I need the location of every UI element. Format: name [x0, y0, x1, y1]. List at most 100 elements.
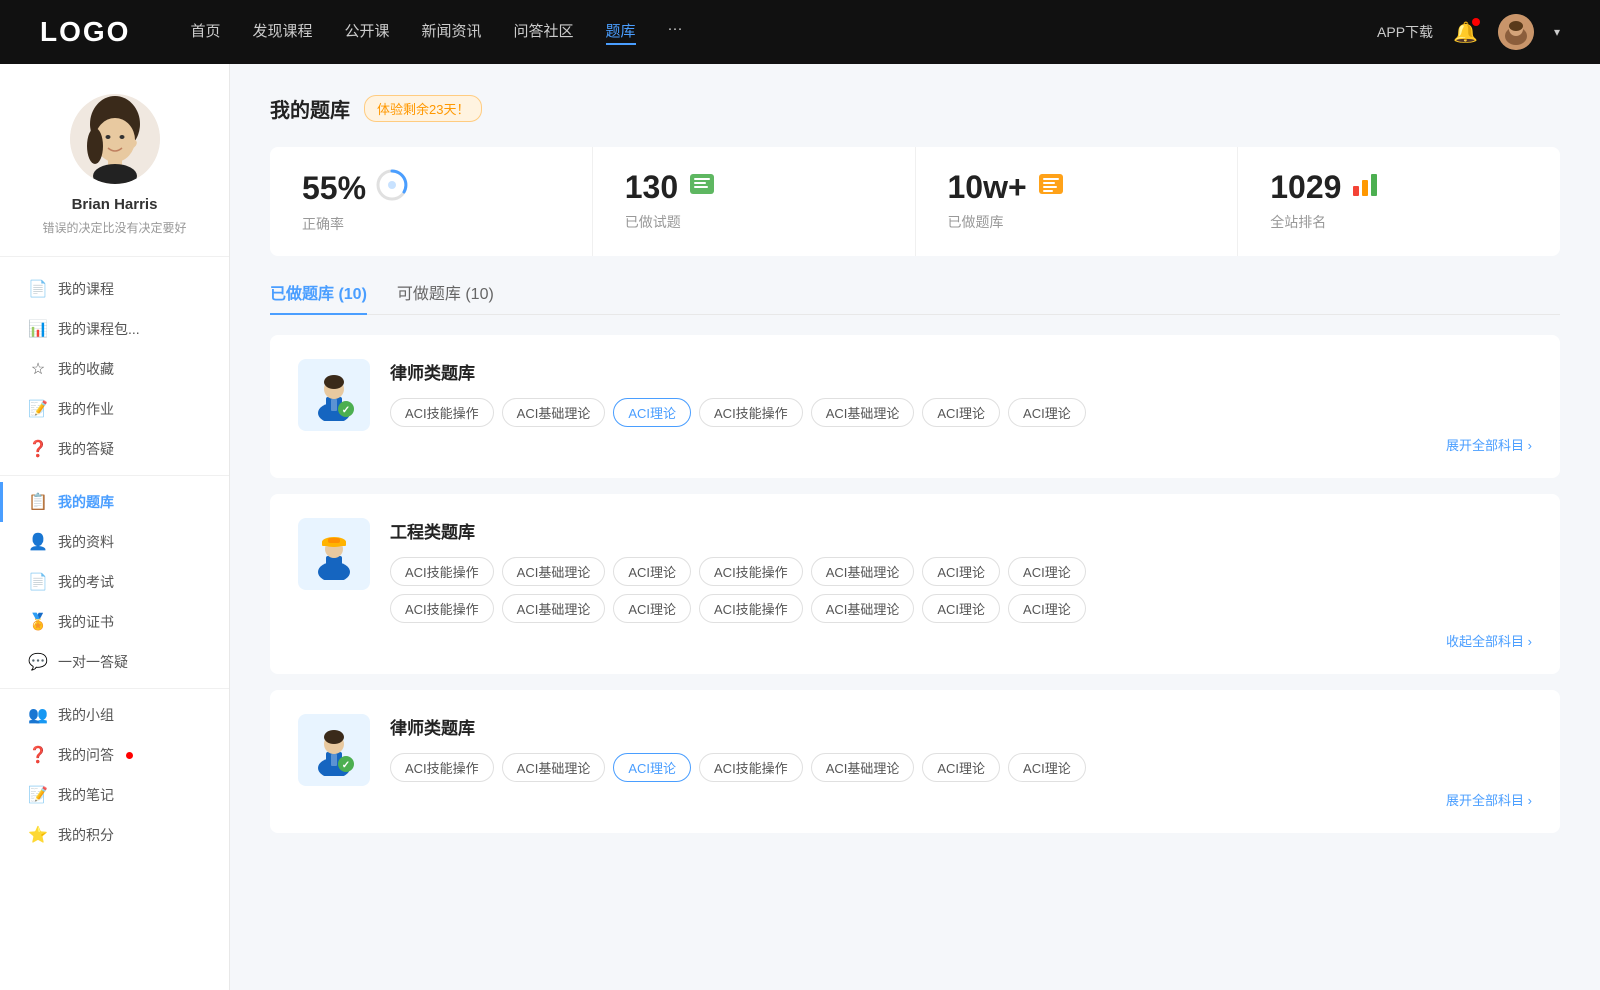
qbank-info: 工程类题库 ACI技能操作ACI基础理论ACI理论ACI技能操作ACI基础理论A…	[390, 518, 1532, 650]
sidebar-menu: 📄 我的课程 📊 我的课程包... ☆ 我的收藏 📝 我的作业 ❓ 我的答疑 📋…	[0, 269, 229, 855]
sidebar: Brian Harris 错误的决定比没有决定要好 📄 我的课程 📊 我的课程包…	[0, 64, 230, 990]
sidebar-icon: 🏅	[28, 612, 48, 632]
nav-item-发现课程[interactable]: 发现课程	[252, 20, 312, 45]
qbank-tag-1-1[interactable]: ACI基础理论	[502, 557, 606, 586]
qbank-tag-1-11[interactable]: ACI基础理论	[811, 594, 915, 623]
qbank-header: ✓ 律师类题库 ACI技能操作ACI基础理论ACI理论ACI技能操作ACI基础理…	[298, 359, 1532, 454]
sidebar-icon: 📝	[28, 785, 48, 805]
sidebar-item-一对一答疑[interactable]: 💬 一对一答疑	[0, 642, 229, 682]
navbar-right: APP下载 🔔 ▾	[1377, 14, 1560, 50]
qbank-tag-2-0[interactable]: ACI技能操作	[390, 753, 494, 782]
nav-item-新闻资讯[interactable]: 新闻资讯	[422, 20, 482, 45]
qbank-tag-0-4[interactable]: ACI基础理论	[811, 398, 915, 427]
sidebar-item-我的课程包...[interactable]: 📊 我的课程包...	[0, 309, 229, 349]
stat-label-1: 已做试题	[625, 212, 883, 232]
qbank-tag-2-6[interactable]: ACI理论	[1008, 753, 1086, 782]
qbank-tag-1-8[interactable]: ACI基础理论	[502, 594, 606, 623]
qbank-tags-row: ACI技能操作ACI基础理论ACI理论ACI技能操作ACI基础理论ACI理论AC…	[390, 594, 1532, 623]
sidebar-item-我的考试[interactable]: 📄 我的考试	[0, 562, 229, 602]
qbank-tag-1-9[interactable]: ACI理论	[613, 594, 691, 623]
qbank-tag-2-4[interactable]: ACI基础理论	[811, 753, 915, 782]
stat-value-2: 10w+	[948, 169, 1027, 206]
qbank-tag-1-4[interactable]: ACI基础理论	[811, 557, 915, 586]
sidebar-item-label: 我的小组	[58, 705, 114, 725]
expand-link-0[interactable]: 展开全部科目 ›	[390, 435, 1532, 454]
expand-link-2[interactable]: 展开全部科目 ›	[390, 790, 1532, 809]
qbank-tag-1-6[interactable]: ACI理论	[1008, 557, 1086, 586]
qbank-tag-2-3[interactable]: ACI技能操作	[699, 753, 803, 782]
sidebar-item-我的答疑[interactable]: ❓ 我的答疑	[0, 429, 229, 469]
stat-label-2: 已做题库	[948, 212, 1206, 232]
nav-item-公开课[interactable]: 公开课	[344, 20, 389, 45]
user-avatar[interactable]	[1498, 14, 1534, 50]
sidebar-item-我的笔记[interactable]: 📝 我的笔记	[0, 775, 229, 815]
qbank-tag-0-1[interactable]: ACI基础理论	[502, 398, 606, 427]
nav-item-题库[interactable]: 题库	[606, 20, 636, 45]
sidebar-item-label: 我的问答	[58, 745, 114, 765]
stat-label-3: 全站排名	[1270, 212, 1528, 232]
qbank-tag-1-7[interactable]: ACI技能操作	[390, 594, 494, 623]
qbank-tag-1-10[interactable]: ACI技能操作	[699, 594, 803, 623]
svg-text:✓: ✓	[342, 405, 350, 416]
qbank-card-0: ✓ 律师类题库 ACI技能操作ACI基础理论ACI理论ACI技能操作ACI基础理…	[270, 335, 1560, 478]
qbank-info: 律师类题库 ACI技能操作ACI基础理论ACI理论ACI技能操作ACI基础理论A…	[390, 714, 1532, 809]
qbank-tag-0-2[interactable]: ACI理论	[613, 398, 691, 427]
qbank-tag-1-3[interactable]: ACI技能操作	[699, 557, 803, 586]
nav-links: 首页 发现课程 公开课 新闻资讯 问答社区 题库 ···	[190, 20, 1377, 45]
qbank-tags-row: ACI技能操作ACI基础理论ACI理论ACI技能操作ACI基础理论ACI理论AC…	[390, 398, 1532, 427]
qbank-tag-2-5[interactable]: ACI理论	[922, 753, 1000, 782]
sidebar-item-我的证书[interactable]: 🏅 我的证书	[0, 602, 229, 642]
sidebar-avatar	[70, 94, 160, 184]
sidebar-icon: ☆	[28, 359, 48, 379]
qbank-tag-0-3[interactable]: ACI技能操作	[699, 398, 803, 427]
sidebar-item-我的作业[interactable]: 📝 我的作业	[0, 389, 229, 429]
stat-value-row: 1029	[1270, 169, 1528, 206]
trial-badge: 体验剩余23天！	[364, 95, 482, 122]
stat-value-3: 1029	[1270, 169, 1341, 206]
qbank-tag-2-2[interactable]: ACI理论	[613, 753, 691, 782]
qbank-title-1: 工程类题库	[390, 518, 1532, 543]
tab-0[interactable]: 已做题库 (10)	[270, 280, 367, 314]
sidebar-user-name: Brian Harris	[72, 196, 158, 213]
sidebar-icon: 📊	[28, 319, 48, 339]
qbank-header: 工程类题库 ACI技能操作ACI基础理论ACI理论ACI技能操作ACI基础理论A…	[298, 518, 1532, 650]
qbank-tag-1-0[interactable]: ACI技能操作	[390, 557, 494, 586]
qbank-tag-2-1[interactable]: ACI基础理论	[502, 753, 606, 782]
qbank-tag-0-0[interactable]: ACI技能操作	[390, 398, 494, 427]
app-download-button[interactable]: APP下载	[1377, 22, 1433, 42]
user-dropdown-icon[interactable]: ▾	[1554, 25, 1560, 39]
tab-1[interactable]: 可做题库 (10)	[397, 280, 494, 314]
avatar-initials	[1498, 14, 1534, 50]
notification-bell[interactable]: 🔔	[1453, 20, 1478, 45]
sidebar-icon: 📄	[28, 572, 48, 592]
sidebar-item-我的积分[interactable]: ⭐ 我的积分	[0, 815, 229, 855]
collapse-link-1[interactable]: 收起全部科目 ›	[390, 631, 1532, 650]
sidebar-item-我的收藏[interactable]: ☆ 我的收藏	[0, 349, 229, 389]
nav-item-问答社区[interactable]: 问答社区	[514, 20, 574, 45]
sidebar-item-我的小组[interactable]: 👥 我的小组	[0, 695, 229, 735]
nav-item-首页[interactable]: 首页	[190, 20, 220, 45]
qbank-tag-1-13[interactable]: ACI理论	[1008, 594, 1086, 623]
qbank-tag-0-5[interactable]: ACI理论	[922, 398, 1000, 427]
main-content: 我的题库 体验剩余23天！ 55% 正确率 130 已做试题 10w+ 已做题库…	[230, 64, 1600, 990]
sidebar-icon: 📄	[28, 279, 48, 299]
qbank-tags-row: ACI技能操作ACI基础理论ACI理论ACI技能操作ACI基础理论ACI理论AC…	[390, 557, 1532, 586]
logo: LOGO	[40, 16, 130, 48]
qbank-tag-1-2[interactable]: ACI理论	[613, 557, 691, 586]
qbank-tag-1-12[interactable]: ACI理论	[922, 594, 1000, 623]
navbar: LOGO 首页 发现课程 公开课 新闻资讯 问答社区 题库 ··· APP下载 🔔 ▾	[0, 0, 1600, 64]
notification-dot	[1472, 18, 1480, 26]
sidebar-item-我的题库[interactable]: 📋 我的题库	[0, 482, 229, 522]
sidebar-icon: 👤	[28, 532, 48, 552]
qbank-tag-0-6[interactable]: ACI理论	[1008, 398, 1086, 427]
stat-item-0: 55% 正确率	[270, 147, 593, 256]
sidebar-item-label: 一对一答疑	[58, 652, 128, 672]
sidebar-item-我的资料[interactable]: 👤 我的资料	[0, 522, 229, 562]
nav-item-···[interactable]: ···	[668, 20, 683, 45]
sidebar-icon: 📋	[28, 492, 48, 512]
sidebar-item-label: 我的积分	[58, 825, 114, 845]
sidebar-item-我的课程[interactable]: 📄 我的课程	[0, 269, 229, 309]
qbank-tag-1-5[interactable]: ACI理论	[922, 557, 1000, 586]
sidebar-item-我的问答[interactable]: ❓ 我的问答	[0, 735, 229, 775]
stat-label-0: 正确率	[302, 214, 560, 234]
